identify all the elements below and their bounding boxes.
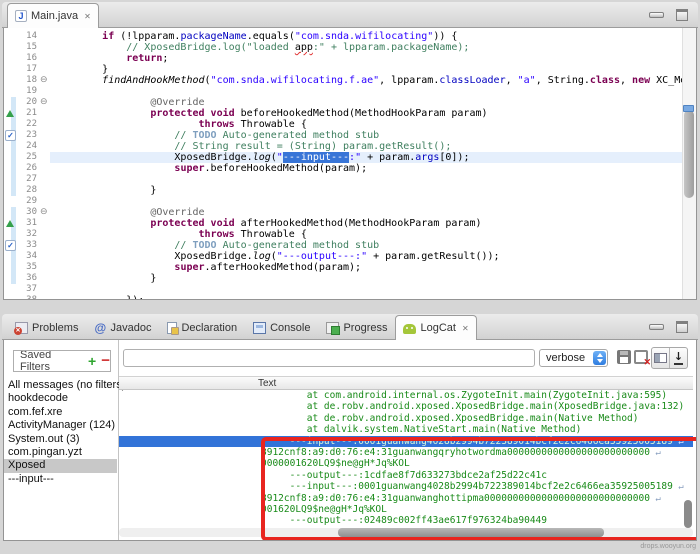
tab-label: Console [270,322,310,334]
add-filter-icon[interactable]: + [88,355,96,367]
dropdown-stepper-icon [593,351,606,365]
filter-list: All messages (no filters)hookdecodecom.f… [4,379,117,486]
delete-filter-icon[interactable]: − [101,355,110,367]
tab-main-java[interactable]: J Main.java ✕ [7,3,99,28]
log-row[interactable]: at de.robv.android.xposed.XposedBridge.m… [119,413,693,424]
code-line[interactable]: XposedBridge.log("---output---:" + param… [54,251,683,262]
code-line[interactable]: super.beforeHookedMethod(param); [54,163,683,174]
code-line[interactable]: } [54,64,683,75]
java-file-icon: J [15,10,27,22]
filter-item[interactable]: All messages (no filters) [4,379,117,392]
down-arrow-icon: ↓ [674,351,683,365]
code-line[interactable]: @Override [54,207,683,218]
tab-label: Declaration [181,322,237,334]
javadoc-icon: @ [94,322,106,334]
editor-view: J Main.java ✕ 1415161718⊖1920⊖212223✓242… [2,2,698,301]
log-level-select[interactable]: verbose [539,349,608,367]
saved-filters-panel: Saved Filters + − All messages (no filte… [4,340,119,540]
tab-label: LogCat [420,322,455,334]
filter-item[interactable]: com.pingan.yzt [4,446,117,459]
log-level-value: verbose [546,352,585,364]
code-line[interactable]: super.afterHookedMethod(param); [54,262,683,273]
maximize-icon[interactable] [676,321,688,333]
code-lines: if (!lpparam.packageName.equals("com.snd… [4,28,696,299]
filter-item[interactable]: hookdecode [4,392,117,405]
tab-console[interactable]: Console [245,316,318,339]
close-icon[interactable]: ✕ [462,324,469,333]
text-column-header: Text [258,378,276,389]
bottom-tabbar: Problems @ Javadoc Declaration Console P… [2,314,698,340]
code-line[interactable]: findAndHookMethod("com.snda.wifilocating… [54,75,683,86]
code-line[interactable]: } [54,273,683,284]
log-row[interactable]: at dalvik.system.NativeStart.main(Native… [119,424,693,435]
tab-problems[interactable]: Problems [7,316,86,339]
eclipse-window: J Main.java ✕ 1415161718⊖1920⊖212223✓242… [0,0,700,554]
log-table-header[interactable]: Text [119,376,693,390]
bottom-panel: Problems @ Javadoc Declaration Console P… [2,314,698,542]
saved-filters-header: Saved Filters + − [13,350,111,372]
tab-javadoc[interactable]: @ Javadoc [86,316,159,339]
filter-item[interactable]: ---input--- [4,473,117,486]
annotation-red-box [261,437,697,541]
filter-item[interactable]: ActivityManager (124) [4,419,117,432]
tab-declaration[interactable]: Declaration [159,316,245,339]
progress-icon [326,322,339,334]
tab-logcat[interactable]: LogCat ✕ [395,315,476,340]
log-row[interactable]: at com.android.internal.os.ZygoteInit.ma… [119,390,693,401]
code-line[interactable]: // XposedBridge.log("loaded app:" + lppa… [54,42,683,53]
code-line[interactable]: throws Throwable { [54,229,683,240]
code-line[interactable]: // String result = (String) param.getRes… [54,141,683,152]
save-log-icon[interactable] [617,350,631,364]
declaration-icon [167,322,177,334]
overview-marker [683,105,694,112]
editor-scrollbar-thumb[interactable] [684,110,694,198]
display-mode-button[interactable] [652,348,669,368]
log-row[interactable]: at de.robv.android.xposed.XposedBridge.m… [119,401,693,412]
code-line[interactable] [54,174,683,185]
minimize-icon[interactable] [649,12,664,18]
close-icon[interactable]: ✕ [84,12,91,21]
editor-scrollbar[interactable] [682,28,696,299]
logcat-view: Saved Filters + − All messages (no filte… [3,340,697,541]
tab-progress[interactable]: Progress [318,316,395,339]
tab-label: Problems [32,322,78,334]
clear-log-icon[interactable] [634,350,648,364]
problems-icon [15,322,28,334]
tab-label: Javadoc [110,322,151,334]
editor-tab-title: Main.java [31,10,78,22]
code-editor[interactable]: 1415161718⊖1920⊖212223✓24252627282930⊖31… [3,28,697,300]
tab-label: Progress [343,322,387,334]
maximize-icon[interactable] [676,9,688,21]
console-icon [253,322,266,334]
code-line[interactable] [54,196,683,207]
saved-filters-title: Saved Filters [20,350,83,372]
code-line[interactable]: protected void afterHookedMethod(MethodH… [54,218,683,229]
code-line[interactable] [54,86,683,97]
code-line[interactable]: } [54,185,683,196]
code-line[interactable]: // TODO Auto-generated method stub [54,240,683,251]
logcat-android-icon [403,324,416,334]
filter-item[interactable]: com.fef.xre [4,406,117,419]
code-line[interactable] [54,284,683,295]
filter-item[interactable]: Xposed [4,459,117,472]
code-line[interactable]: @Override [54,97,683,108]
display-toggle-group: ↓ [651,347,688,369]
code-line[interactable]: if (!lpparam.packageName.equals("com.snd… [54,31,683,42]
scroll-to-end-button[interactable]: ↓ [669,348,687,368]
code-line[interactable]: XposedBridge.log("---input---:" + param.… [54,152,683,163]
minimize-icon[interactable] [649,324,664,330]
code-line[interactable]: protected void beforeHookedMethod(Method… [54,108,683,119]
editor-tabbar: J Main.java ✕ [2,2,698,28]
code-line[interactable]: return; [54,53,683,64]
code-line[interactable]: }); [54,295,683,300]
filter-item[interactable]: System.out (3) [4,433,117,446]
watermark: drops.wooyun.org [640,543,696,550]
logcat-search-input[interactable] [123,349,535,367]
code-line[interactable]: throws Throwable { [54,119,683,130]
pane-icon [654,353,667,363]
code-line[interactable]: // TODO Auto-generated method stub [54,130,683,141]
